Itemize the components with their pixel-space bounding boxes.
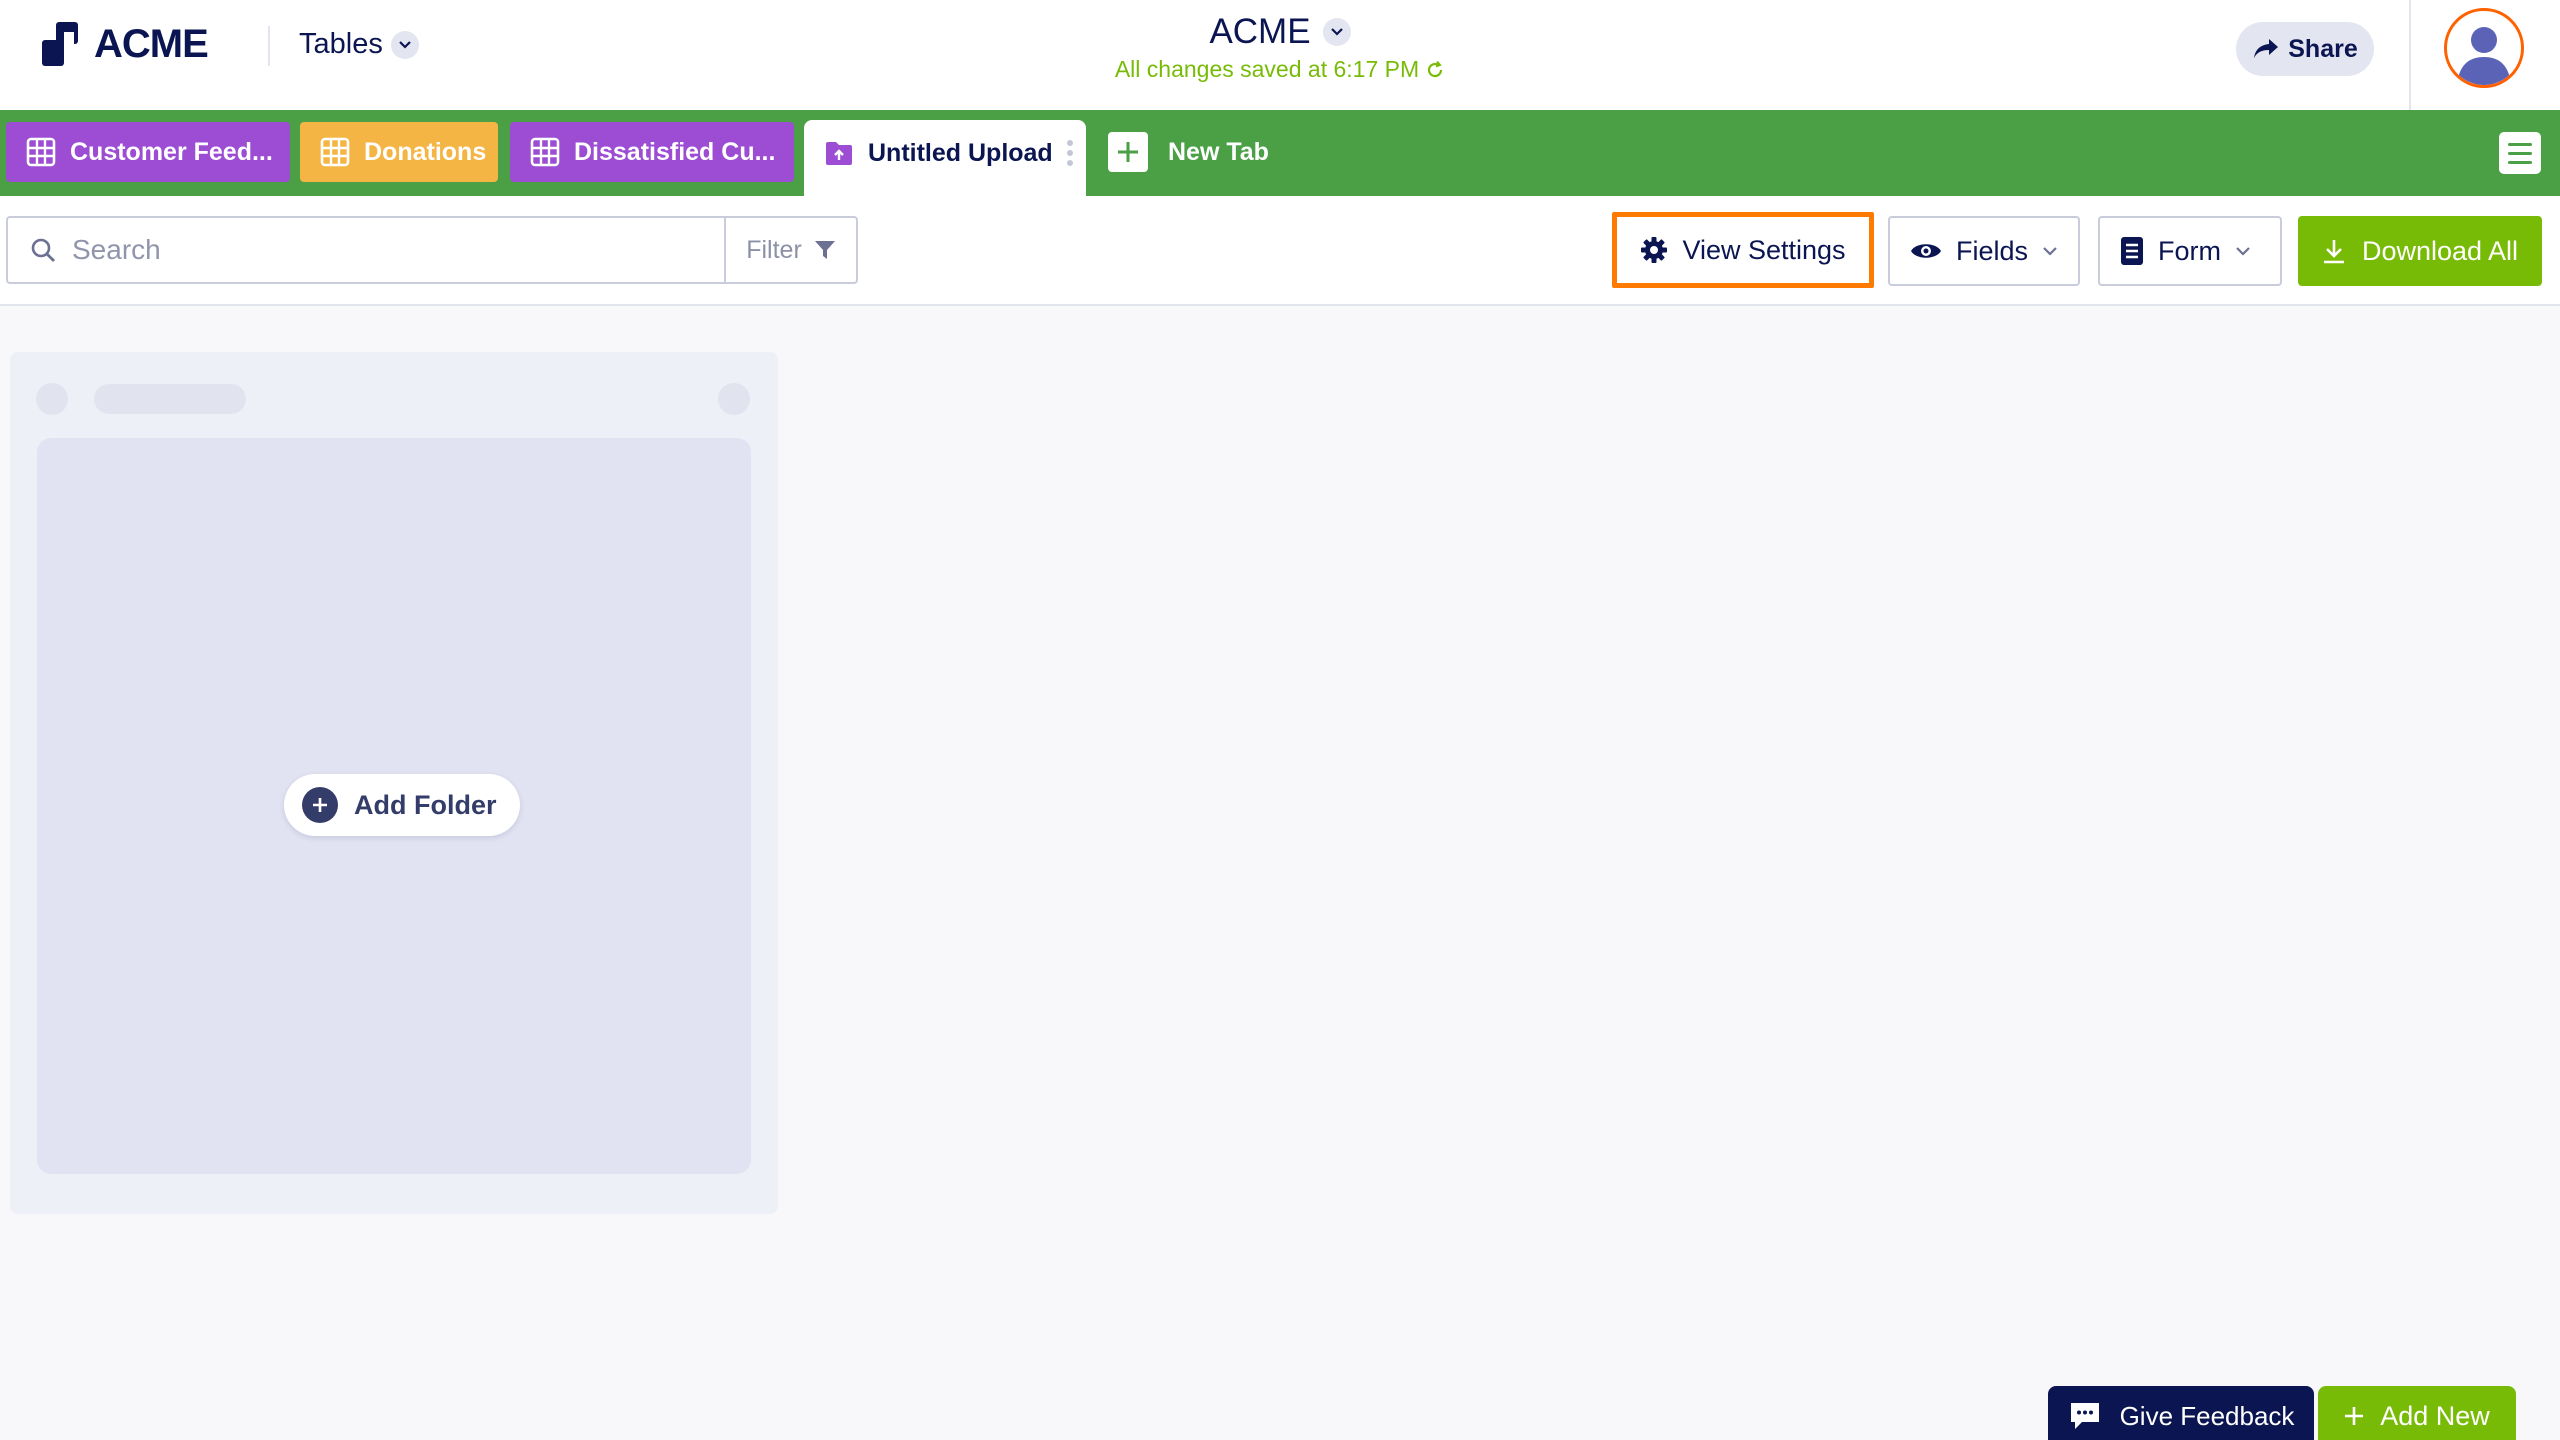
share-button[interactable]: Share (2236, 22, 2374, 76)
download-all-label: Download All (2361, 235, 2519, 266)
toolbar: Filter View Settings Fields Form Downloa… (0, 196, 2560, 306)
new-tab-button[interactable]: New Tab (1108, 130, 1269, 174)
plus-icon (1108, 132, 1148, 172)
tab-label: Donations (364, 137, 487, 166)
header-divider (268, 26, 270, 66)
tab-untitled-upload[interactable]: Untitled Upload (804, 120, 1086, 196)
add-new-label: Add New (2380, 1400, 2490, 1431)
add-folder-label: Add Folder (354, 789, 497, 820)
new-tab-label: New Tab (1168, 137, 1269, 166)
header-divider (2409, 0, 2411, 110)
refresh-icon (1428, 60, 1443, 77)
form-button[interactable]: Form (2098, 216, 2282, 286)
table-grid-icon (320, 137, 350, 167)
tab-options-icon[interactable] (1066, 140, 1073, 166)
tables-menu-label: Tables (299, 28, 383, 60)
app-title-block: ACME All changes saved at 6:17 PM (1100, 12, 1460, 83)
view-settings-label: View Settings (1682, 234, 1846, 265)
plus-circle-icon (302, 787, 338, 823)
tab-bar: Customer Feed... Donations Dissatisfied … (0, 110, 2560, 196)
filter-button[interactable]: Filter (726, 218, 856, 282)
app-title[interactable]: ACME (1209, 12, 1351, 52)
logo-text: ACME (94, 21, 209, 66)
search-box: Filter (6, 216, 858, 284)
search-input[interactable] (72, 234, 712, 266)
feedback-chat-icon (2070, 1403, 2099, 1429)
plus-icon (2345, 1407, 2364, 1425)
give-feedback-button[interactable]: Give Feedback (2048, 1386, 2314, 1440)
table-grid-icon (530, 137, 560, 167)
eye-icon (1910, 244, 1941, 258)
add-folder-button[interactable]: Add Folder (284, 774, 520, 836)
add-new-button[interactable]: Add New (2318, 1386, 2516, 1440)
share-label: Share (2288, 34, 2358, 63)
download-all-button[interactable]: Download All (2298, 216, 2542, 286)
search-icon (31, 238, 55, 262)
folder-drop-area: Add Folder (37, 438, 751, 1174)
tab-customer-feedback[interactable]: Customer Feed... (6, 122, 290, 182)
search-field[interactable] (8, 218, 726, 282)
skeleton-title-bar (94, 384, 246, 414)
view-settings-button[interactable]: View Settings (1612, 212, 1874, 288)
table-grid-icon (26, 137, 56, 167)
user-avatar[interactable] (2444, 8, 2524, 88)
share-arrow-icon (2254, 39, 2279, 58)
fields-button[interactable]: Fields (1888, 216, 2080, 286)
logo-mark-icon (42, 22, 88, 66)
give-feedback-label: Give Feedback (2119, 1400, 2295, 1431)
tab-dissatisfied-customers[interactable]: Dissatisfied Cu... (510, 122, 794, 182)
acme-logo[interactable]: ACME (42, 21, 209, 66)
user-icon (2457, 27, 2511, 85)
upload-folder-icon (826, 142, 852, 165)
chevron-down-icon (1322, 18, 1351, 46)
tab-donations[interactable]: Donations (300, 122, 498, 182)
gear-icon (1641, 237, 1668, 263)
save-status-text: All changes saved at 6:17 PM (1114, 56, 1420, 82)
hamburger-menu-icon[interactable] (2499, 132, 2541, 174)
app-title-text: ACME (1209, 12, 1311, 51)
app-header: ACME Tables ACME All changes saved at 6:… (0, 0, 2560, 110)
fields-label: Fields (1955, 235, 2029, 266)
download-icon (2323, 240, 2344, 264)
chevron-down-icon (390, 30, 419, 59)
skeleton-dot (36, 383, 68, 415)
filter-funnel-icon (814, 241, 835, 259)
save-status: All changes saved at 6:17 PM (1115, 56, 1445, 83)
form-label: Form (2158, 235, 2221, 266)
form-document-icon (2121, 237, 2143, 265)
folder-card-placeholder: Add Folder (10, 352, 778, 1214)
chevron-down-icon (2043, 247, 2057, 256)
chevron-down-icon (2236, 247, 2250, 256)
tab-label: Customer Feed... (70, 137, 273, 166)
tab-label: Untitled Upload (868, 138, 1053, 167)
filter-label: Filter (746, 235, 802, 264)
tab-label: Dissatisfied Cu... (574, 137, 776, 166)
tables-menu[interactable]: Tables (299, 28, 419, 61)
skeleton-dot (718, 383, 750, 415)
